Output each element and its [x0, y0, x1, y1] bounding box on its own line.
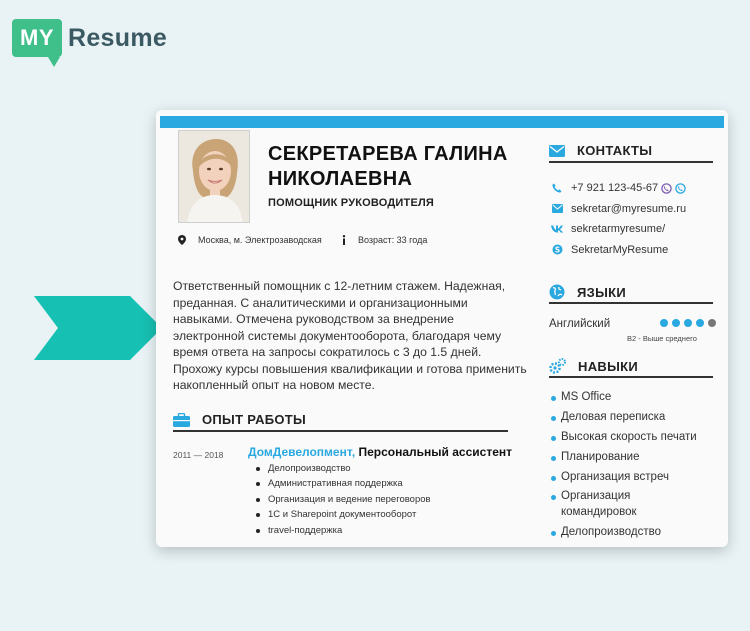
skill-item: Высокая скорость печати [551, 430, 697, 446]
logo-word: Resume [68, 23, 168, 52]
svg-text:S: S [554, 246, 559, 255]
contacts-divider [549, 161, 713, 163]
age: Возраст: 33 года [342, 235, 427, 245]
language-name: Английский [549, 318, 611, 330]
skill-item: Планирование [551, 450, 697, 466]
vk-icon [551, 225, 563, 233]
resume-card: СЕКРЕТАРЕВА ГАЛИНА НИКОЛАЕВНА ПОМОЩНИК Р… [156, 110, 728, 547]
phone-text: +7 921 123-45-67 [571, 182, 659, 195]
candidate-name: СЕКРЕТАРЕВА ГАЛИНА НИКОЛАЕВНА [268, 143, 508, 190]
contacts-list: +7 921 123-45-67 sekretar@myresume.ru se… [551, 178, 686, 260]
location: Москва, м. Электрозаводская [178, 235, 322, 245]
duty-item: Административная поддержка [256, 476, 431, 491]
duty-item: Делопроизводство [256, 461, 431, 476]
rating-dot [708, 319, 716, 327]
experience-role: Персональный ассистент [355, 445, 512, 459]
experience-divider [173, 430, 508, 432]
profile-photo [178, 130, 250, 223]
skype-icon: S [551, 244, 563, 255]
candidate-position: ПОМОЩНИК РУКОВОДИТЕЛЯ [268, 197, 435, 209]
envelope-icon [549, 144, 565, 157]
gears-icon [549, 358, 566, 375]
experience-company: ДомДевелопмент, [248, 445, 356, 459]
logo-badge: MY [12, 19, 62, 67]
briefcase-icon [173, 412, 190, 427]
skill-item: Организация командировок [551, 489, 691, 520]
duty-item: travel-поддержка [256, 523, 431, 538]
location-pin-icon [178, 235, 186, 245]
contact-vk[interactable]: sekretarmyresume/ [551, 219, 686, 240]
contacts-heading-text: КОНТАКТЫ [577, 143, 653, 158]
skill-item: Деловая переписка [551, 410, 697, 426]
contact-phone[interactable]: +7 921 123-45-67 [551, 178, 686, 199]
experience-duties: Делопроизводство Административная поддер… [256, 461, 431, 538]
info-icon [342, 235, 346, 245]
contacts-heading: КОНТАКТЫ [549, 143, 652, 158]
language-rating [660, 319, 720, 327]
skills-divider [549, 376, 713, 378]
language-level: B2 - Выше среднего [627, 334, 697, 343]
skill-item: MS Office [551, 390, 697, 406]
languages-heading-text: ЯЗЫКИ [577, 284, 626, 300]
contact-skype[interactable]: S SekretarMyResume [551, 240, 686, 261]
languages-divider [549, 302, 713, 304]
globe-icon [549, 284, 565, 300]
rating-dot [660, 319, 668, 327]
duty-item: 1С и Sharepoint документооборот [256, 507, 431, 522]
skills-heading: НАВЫКИ [549, 358, 638, 375]
experience-title: ДомДевелопмент, Персональный ассистент [248, 445, 512, 459]
summary: Ответственный помощник с 12-летним стаже… [173, 279, 527, 392]
phone-icon [551, 183, 563, 193]
experience-heading-text: ОПЫТ РАБОТЫ [202, 412, 307, 427]
whatsapp-icon [675, 183, 686, 194]
logo: MY Resume [12, 14, 168, 67]
chevron-right-icon [34, 296, 162, 360]
rating-dot [684, 319, 692, 327]
languages-heading: ЯЗЫКИ [549, 284, 626, 300]
location-text: Москва, м. Электрозаводская [198, 235, 322, 245]
viber-icon [661, 183, 672, 194]
contact-email[interactable]: sekretar@myresume.ru [551, 199, 686, 220]
skills-heading-text: НАВЫКИ [578, 359, 638, 374]
accent-bar [160, 116, 724, 128]
rating-dot [672, 319, 680, 327]
age-text: Возраст: 33 года [358, 235, 428, 245]
skill-item: Делопроизводство [551, 525, 697, 541]
email-icon [551, 204, 563, 214]
duty-item: Организация и ведение переговоров [256, 492, 431, 507]
skills-list: MS Office Деловая переписка Высокая скор… [551, 390, 697, 545]
skype-text: SekretarMyResume [571, 243, 669, 256]
email-text: sekretar@myresume.ru [571, 202, 687, 215]
vk-text: sekretarmyresume/ [571, 223, 666, 236]
experience-years: 2011 — 2018 [173, 450, 224, 460]
skill-item: Организация встреч [551, 470, 697, 486]
rating-dot [696, 319, 704, 327]
experience-heading: ОПЫТ РАБОТЫ [173, 412, 306, 427]
